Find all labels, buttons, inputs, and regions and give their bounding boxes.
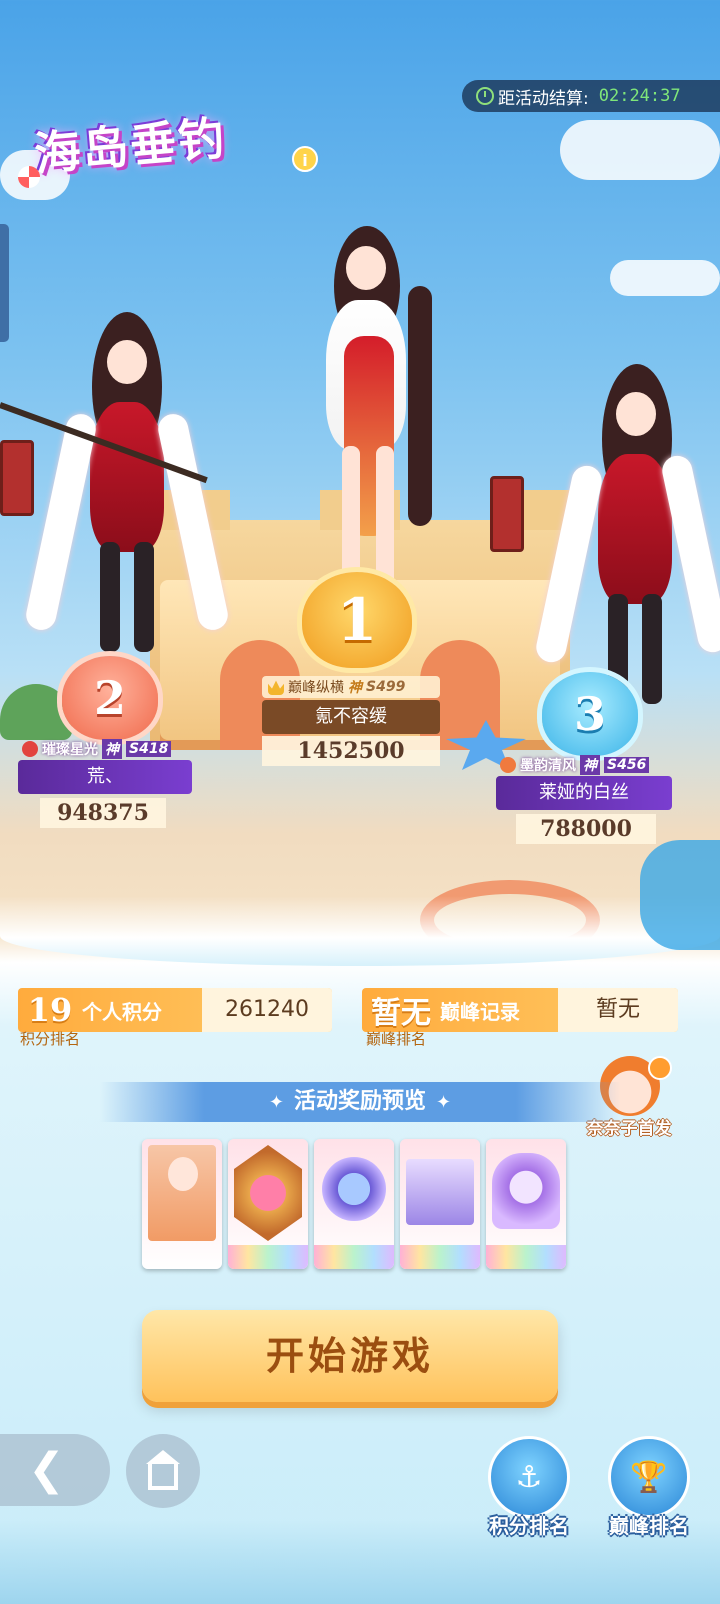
peak-rank-button[interactable]: 🏆 巅峰排名 <box>594 1436 704 1539</box>
points-rank-label: 积分排名 <box>489 1514 569 1538</box>
cloud <box>610 260 720 296</box>
clock-icon <box>476 87 494 105</box>
points-rank-button[interactable]: ⚓ 积分排名 <box>474 1436 584 1539</box>
beach-ball-icon <box>18 166 40 188</box>
reward-item-character-card[interactable] <box>142 1139 222 1269</box>
start-game-button[interactable]: 开始游戏 <box>142 1310 558 1402</box>
reward-item-avatar-frame[interactable] <box>314 1139 394 1269</box>
rank-3-score: 788000 <box>516 814 656 844</box>
personal-score-panel: 19 个人积分 261240 <box>18 988 332 1032</box>
reward-preview-label: 活动奖励预览 <box>293 1089 426 1114</box>
crown-icon <box>268 680 284 695</box>
treasure-box-icon <box>406 1159 474 1225</box>
peak-rank: 暂无 <box>371 996 431 1031</box>
wave-divider <box>0 896 720 966</box>
mask-icon <box>500 757 516 773</box>
cloud <box>560 120 720 180</box>
character-first-place <box>286 226 446 596</box>
personal-score-label: 个人积分 <box>82 999 162 1024</box>
rank-1-tier: 神 <box>348 680 362 696</box>
reward-item-heart-medal[interactable] <box>228 1139 308 1269</box>
rank-1-medal: 1 <box>302 572 412 668</box>
countdown-time: 02:24:37 <box>598 86 681 106</box>
rank-1-name: 氪不容缓 <box>262 700 440 734</box>
rank-2-name: 荒、 <box>18 760 192 794</box>
ring-box-icon <box>492 1153 560 1229</box>
rank-3-tier: 神 <box>580 755 600 775</box>
anchor-shield-icon: ⚓ <box>488 1436 570 1518</box>
trophy-shield-icon: 🏆 <box>608 1436 690 1518</box>
lantern-icon <box>0 440 34 516</box>
rank-3-title: 墨韵清风 <box>520 758 576 774</box>
reward-item-treasure-box[interactable] <box>400 1139 480 1269</box>
rank-1-server: S499 <box>366 679 406 695</box>
event-logo: 海岛垂钓 <box>32 110 229 182</box>
chevron-left-icon: ❮ <box>28 1444 65 1495</box>
peak-record-value: 暂无 <box>558 988 678 1032</box>
home-button[interactable] <box>126 1434 200 1508</box>
home-icon <box>146 1450 180 1490</box>
peak-record-panel: 暂无 巅峰记录 暂无 <box>362 988 678 1032</box>
side-drawer-tab[interactable] <box>0 224 9 342</box>
activity-countdown: 距活动结算: 02:24:37 <box>462 80 720 112</box>
personal-rank-caption: 积分排名 <box>20 1030 81 1048</box>
rank-1-score: 1452500 <box>262 736 440 766</box>
magnifier-icon <box>648 1056 672 1080</box>
reward-preview-title: ✦ 活动奖励预览 ✦ <box>100 1082 620 1122</box>
personal-score-value: 261240 <box>202 988 332 1032</box>
character-third-place <box>533 364 720 704</box>
info-button[interactable]: i <box>292 146 318 172</box>
avatar-frame-icon <box>322 1157 386 1221</box>
rank-3-medal: 3 <box>542 672 638 756</box>
peak-rank-label: 巅峰排名 <box>609 1514 689 1538</box>
rank-3-name: 莱娅的白丝 <box>496 776 672 810</box>
rank-3-server: S456 <box>604 757 650 773</box>
lantern-icon <box>490 476 524 552</box>
personal-rank: 19 <box>27 991 73 1029</box>
gem-icon <box>22 741 38 757</box>
rank-1-title: 巅峰纵横 <box>288 680 344 696</box>
rank-2-title: 璀璨星光 <box>42 742 98 758</box>
rank-2-tier: 神 <box>102 739 122 759</box>
reward-item-ring-box[interactable] <box>486 1139 566 1269</box>
countdown-label: 距活动结算: <box>498 88 589 109</box>
rank-3-card[interactable]: 墨韵清风 神 S456 莱娅的白丝 788000 <box>496 754 672 844</box>
character-second-place <box>23 312 231 652</box>
rank-1-card[interactable]: 巅峰纵横 神 S499 氪不容缓 1452500 <box>262 676 440 766</box>
rank-2-score: 948375 <box>40 798 166 828</box>
rank-2-medal: 2 <box>62 656 158 740</box>
peak-rank-caption: 巅峰排名 <box>366 1030 427 1048</box>
star-icon: ✦ <box>436 1092 452 1113</box>
star-icon: ✦ <box>268 1092 284 1113</box>
rank-2-card[interactable]: 璀璨星光 神 S418 荒、 948375 <box>18 738 192 828</box>
heart-medal-icon <box>234 1145 302 1241</box>
peak-record-label: 巅峰记录 <box>440 999 520 1024</box>
splash-decoration <box>640 840 720 950</box>
turtle-icon <box>0 684 72 740</box>
back-button[interactable]: ❮ <box>0 1434 110 1506</box>
rank-2-server: S418 <box>126 741 172 757</box>
